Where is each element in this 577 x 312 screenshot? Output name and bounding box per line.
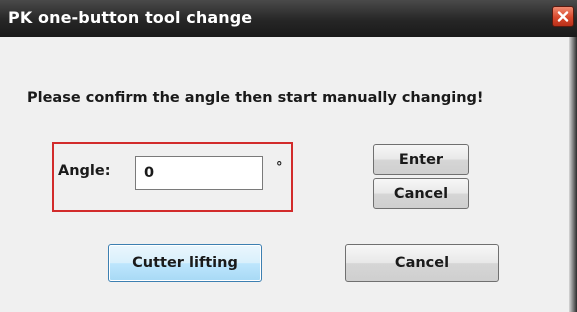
degree-symbol: ° [276, 160, 283, 175]
enter-button[interactable]: Enter [373, 144, 469, 175]
close-button[interactable] [552, 6, 574, 27]
cancel-button[interactable]: Cancel [345, 244, 499, 282]
window-edge [569, 37, 577, 312]
cutter-lifting-button[interactable]: Cutter lifting [108, 244, 262, 282]
confirm-prompt: Please confirm the angle then start manu… [27, 90, 484, 106]
angle-label: Angle: [58, 163, 111, 179]
angle-input[interactable]: 0 [135, 156, 263, 190]
window-title: PK one-button tool change [8, 8, 253, 27]
title-bar: PK one-button tool change [0, 0, 577, 37]
close-icon [557, 11, 569, 22]
cancel-angle-button[interactable]: Cancel [373, 178, 469, 209]
